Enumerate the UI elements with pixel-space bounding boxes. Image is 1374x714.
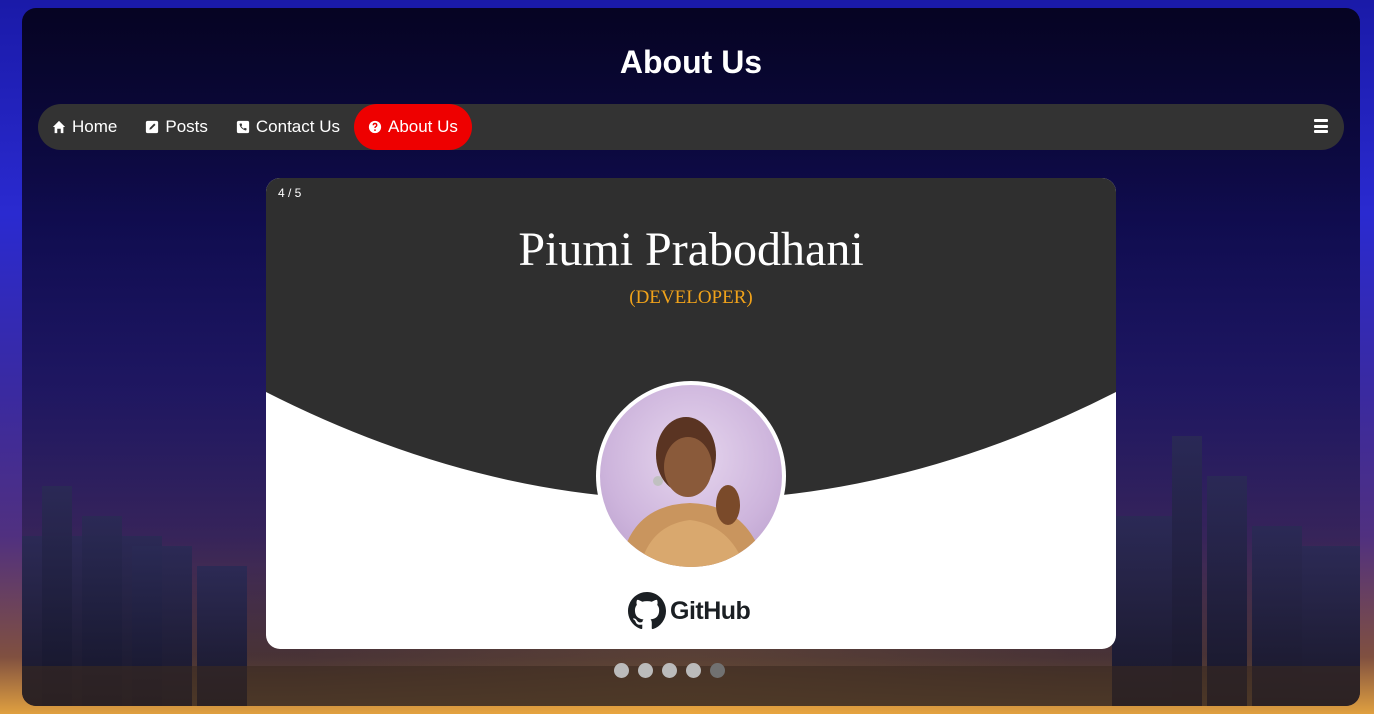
team-slide: 4 / 5 Piumi Prabodhani (DEVELOPER) GitHu… [266, 178, 1116, 649]
home-icon [52, 120, 66, 134]
nav-posts-label: Posts [165, 117, 208, 136]
nav-contact-us[interactable]: Contact Us [222, 104, 354, 150]
avatar [596, 381, 786, 571]
person-name: Piumi Prabodhani [518, 223, 864, 276]
slide-dot-1[interactable] [614, 663, 629, 678]
question-circle-icon [368, 120, 382, 134]
nav-about-us[interactable]: About Us [353, 104, 472, 150]
github-icon [628, 592, 666, 630]
nav-contact-label: Contact Us [255, 117, 340, 136]
navbar: Home Posts Contact Us About Us [38, 104, 1344, 150]
slide-dot-3[interactable] [662, 663, 677, 678]
nav-about-label: About Us [387, 117, 458, 136]
edit-icon [146, 120, 159, 134]
github-label: GitHub [670, 596, 751, 625]
hamburger-menu-icon[interactable] [1314, 119, 1328, 133]
github-link[interactable]: GitHub [628, 592, 751, 630]
person-role: (DEVELOPER) [629, 287, 753, 308]
nav-posts[interactable]: Posts [131, 104, 222, 150]
nav-home-label: Home [72, 117, 118, 136]
page-title: About Us [619, 44, 763, 80]
slide-dot-2[interactable] [638, 663, 653, 678]
slide-counter: 4 / 5 [278, 186, 302, 200]
slide-dot-4[interactable] [686, 663, 701, 678]
phone-icon [236, 120, 250, 134]
slide-dot-5[interactable] [710, 663, 725, 678]
slide-dots [614, 663, 725, 678]
main-panel: About Us Home Posts Contact Us About Us … [22, 8, 1360, 706]
nav-home[interactable]: Home [38, 104, 131, 150]
avatar-photo [600, 385, 782, 567]
